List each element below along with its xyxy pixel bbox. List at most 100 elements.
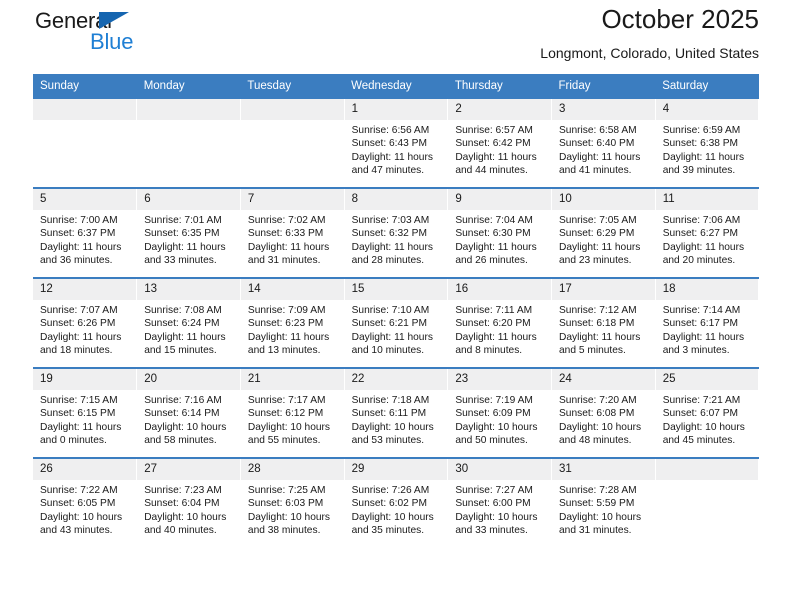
day-sun-info: Sunrise: 7:01 AM Sunset: 6:35 PM Daylight:… (137, 210, 240, 268)
sunrise-time: Sunrise: 6:58 AM (559, 125, 637, 136)
daylight-duration-line1: Daylight: 11 hours (351, 331, 433, 343)
sunrise-time: Sunrise: 7:25 AM (247, 485, 326, 496)
daylight-duration-line1: Daylight: 10 hours (559, 511, 642, 523)
calendar-day-cell[interactable]: 7 Sunrise: 7:02 AM Sunset: 6:33 PM Daylight… (240, 187, 345, 278)
day-number (137, 99, 240, 120)
daylight-duration-line2: and 33 minutes. (144, 255, 217, 267)
weekday-header-friday: Friday (551, 74, 656, 98)
calendar-day-cell[interactable]: 5 Sunrise: 7:00 AM Sunset: 6:37 PM Daylight… (33, 187, 138, 278)
daylight-duration-line1: Daylight: 10 hours (662, 421, 745, 433)
calendar-day-cell[interactable]: 19 Sunrise: 7:15 AM Sunset: 6:15 PM Dayligh… (33, 367, 138, 458)
daylight-duration-line2: and 33 minutes. (455, 525, 528, 537)
sunset-time: Sunset: 6:08 PM (559, 408, 635, 420)
calendar-day-cell[interactable]: 25 Sunrise: 7:21 AM Sunset: 6:07 PM Dayligh… (655, 367, 760, 458)
sunset-time: Sunset: 6:40 PM (559, 138, 635, 150)
sunset-time: Sunset: 6:04 PM (144, 498, 220, 510)
calendar-day-cell[interactable]: 24 Sunrise: 7:20 AM Sunset: 6:08 PM Dayligh… (551, 367, 656, 458)
sunset-time: Sunset: 6:32 PM (351, 228, 427, 240)
sunset-time: Sunset: 6:38 PM (662, 138, 739, 150)
calendar-day-cell[interactable]: 26 Sunrise: 7:22 AM Sunset: 6:05 PM Dayligh… (33, 457, 138, 547)
day-number: 9 (448, 189, 552, 210)
sunrise-time: Sunrise: 7:23 AM (144, 485, 222, 496)
sunset-time: Sunset: 6:09 PM (455, 408, 531, 420)
calendar-header-row: Sunday Monday Tuesday Wednesday Thursday Frid… (33, 74, 759, 98)
day-sun-info: Sunrise: 7:27 AM Sunset: 6:00 PM Daylight:… (448, 480, 551, 538)
sunrise-time: Sunrise: 7:27 AM (455, 485, 533, 496)
calendar-day-cell[interactable]: 11 Sunrise: 7:06 AM Sunset: 6:27 PM Dayligh… (655, 187, 760, 278)
daylight-duration-line2: and 26 minutes. (455, 255, 528, 267)
calendar-day-cell[interactable]: 20 Sunrise: 7:16 AM Sunset: 6:14 PM Dayligh… (136, 367, 241, 458)
calendar-day-cell[interactable]: 4 Sunrise: 6:59 AM Sunset: 6:38 PM Daylight… (655, 97, 760, 188)
daylight-duration-line1: Daylight: 11 hours (351, 241, 433, 253)
day-number: 1 (344, 99, 448, 120)
day-number (240, 99, 344, 120)
calendar-day-cell[interactable]: 15 Sunrise: 7:10 AM Sunset: 6:21 PM Dayligh… (344, 277, 449, 368)
calendar-day-cell[interactable]: 16 Sunrise: 7:11 AM Sunset: 6:20 PM Dayligh… (447, 277, 553, 368)
calendar-day-cell[interactable]: 14 Sunrise: 7:09 AM Sunset: 6:23 PM Dayligh… (240, 277, 345, 368)
day-number: 16 (448, 279, 552, 300)
calendar-day-cell[interactable]: 31 Sunrise: 7:28 AM Sunset: 5:59 PM Dayligh… (551, 457, 656, 547)
calendar-day-cell[interactable]: 23 Sunrise: 7:19 AM Sunset: 6:09 PM Dayligh… (447, 367, 553, 458)
calendar-day-cell[interactable]: 13 Sunrise: 7:08 AM Sunset: 6:24 PM Dayligh… (136, 277, 241, 368)
calendar-day-cell[interactable]: 18 Sunrise: 7:14 AM Sunset: 6:17 PM Dayligh… (655, 277, 760, 368)
daylight-duration-line1: Daylight: 10 hours (351, 511, 434, 523)
day-sun-info: Sunrise: 7:20 AM Sunset: 6:08 PM Daylight:… (552, 390, 655, 448)
calendar-day-cell[interactable]: 30 Sunrise: 7:27 AM Sunset: 6:00 PM Dayligh… (447, 457, 553, 547)
calendar-day-cell[interactable]: 17 Sunrise: 7:12 AM Sunset: 6:18 PM Dayligh… (551, 277, 656, 368)
sunset-time: Sunset: 6:24 PM (144, 318, 220, 330)
calendar-day-cell[interactable]: 21 Sunrise: 7:17 AM Sunset: 6:12 PM Dayligh… (240, 367, 345, 458)
sunrise-time: Sunrise: 7:09 AM (247, 305, 326, 316)
weekday-header-monday: Monday (136, 74, 241, 98)
calendar-day-cell[interactable]: 1 Sunrise: 6:56 AM Sunset: 6:43 PM Daylight… (344, 97, 449, 188)
day-sun-info: Sunrise: 7:10 AM Sunset: 6:21 PM Daylight:… (345, 300, 448, 358)
day-number: 12 (33, 279, 137, 300)
general-blue-logo[interactable]: General Blue (35, 8, 235, 64)
sunrise-time: Sunrise: 7:26 AM (351, 485, 430, 496)
calendar-day-cell-empty (33, 97, 138, 188)
sunrise-time: Sunrise: 7:12 AM (559, 305, 637, 316)
calendar-day-cell[interactable]: 12 Sunrise: 7:07 AM Sunset: 6:26 PM Dayligh… (33, 277, 138, 368)
page-title: October 2025 (601, 4, 759, 34)
daylight-duration-line1: Daylight: 10 hours (40, 511, 123, 523)
daylight-duration-line1: Daylight: 10 hours (144, 511, 227, 523)
day-sun-info: Sunrise: 6:59 AM Sunset: 6:38 PM Daylight:… (656, 120, 759, 178)
sunset-time: Sunset: 6:14 PM (144, 408, 220, 420)
sunrise-time: Sunrise: 7:19 AM (455, 395, 533, 406)
day-sun-info: Sunrise: 7:16 AM Sunset: 6:14 PM Daylight:… (137, 390, 240, 448)
calendar-day-cell-empty (240, 97, 345, 188)
calendar-day-cell[interactable]: 10 Sunrise: 7:05 AM Sunset: 6:29 PM Dayligh… (551, 187, 656, 278)
calendar-day-cell[interactable]: 22 Sunrise: 7:18 AM Sunset: 6:11 PM Dayligh… (344, 367, 449, 458)
calendar-day-cell[interactable]: 3 Sunrise: 6:58 AM Sunset: 6:40 PM Daylight… (551, 97, 656, 188)
day-sun-info: Sunrise: 7:11 AM Sunset: 6:20 PM Daylight:… (448, 300, 551, 358)
sunrise-time: Sunrise: 7:14 AM (662, 305, 741, 316)
calendar-day-cell[interactable]: 9 Sunrise: 7:04 AM Sunset: 6:30 PM Daylight… (447, 187, 553, 278)
daylight-duration-line1: Daylight: 11 hours (455, 151, 537, 163)
day-number: 27 (137, 459, 240, 480)
day-sun-info: Sunrise: 7:12 AM Sunset: 6:18 PM Daylight:… (552, 300, 655, 358)
calendar-day-cell[interactable]: 2 Sunrise: 6:57 AM Sunset: 6:42 PM Daylight… (447, 97, 553, 188)
day-sun-info: Sunrise: 7:06 AM Sunset: 6:27 PM Daylight:… (656, 210, 759, 268)
day-number: 10 (552, 189, 655, 210)
daylight-duration-line2: and 36 minutes. (40, 255, 113, 267)
calendar-day-cell[interactable]: 28 Sunrise: 7:25 AM Sunset: 6:03 PM Dayligh… (240, 457, 345, 547)
sunrise-time: Sunrise: 7:21 AM (662, 395, 741, 406)
calendar-day-cell[interactable]: 29 Sunrise: 7:26 AM Sunset: 6:02 PM Dayligh… (344, 457, 449, 547)
calendar-page: General Blue October 2025 Longmont, Colo… (0, 0, 792, 612)
day-number: 19 (33, 369, 137, 390)
daylight-duration-line2: and 0 minutes. (40, 435, 107, 447)
daylight-duration-line1: Daylight: 10 hours (455, 511, 538, 523)
calendar-day-cell[interactable]: 6 Sunrise: 7:01 AM Sunset: 6:35 PM Daylight… (136, 187, 241, 278)
day-sun-info: Sunrise: 7:18 AM Sunset: 6:11 PM Daylight:… (345, 390, 448, 448)
daylight-duration-line2: and 31 minutes. (559, 525, 632, 537)
day-sun-info: Sunrise: 7:14 AM Sunset: 6:17 PM Daylight:… (656, 300, 759, 358)
day-sun-info: Sunrise: 7:28 AM Sunset: 5:59 PM Daylight:… (552, 480, 655, 538)
sunrise-time: Sunrise: 7:11 AM (455, 305, 533, 316)
calendar-day-cell[interactable]: 8 Sunrise: 7:03 AM Sunset: 6:32 PM Daylight… (344, 187, 449, 278)
sunset-time: Sunset: 6:43 PM (351, 138, 427, 150)
sunset-time: Sunset: 6:07 PM (662, 408, 739, 420)
day-number: 29 (344, 459, 448, 480)
daylight-duration-line1: Daylight: 10 hours (247, 421, 331, 433)
daylight-duration-line2: and 40 minutes. (144, 525, 217, 537)
calendar-day-cell[interactable]: 27 Sunrise: 7:23 AM Sunset: 6:04 PM Dayligh… (136, 457, 241, 547)
sunset-time: Sunset: 6:21 PM (351, 318, 427, 330)
